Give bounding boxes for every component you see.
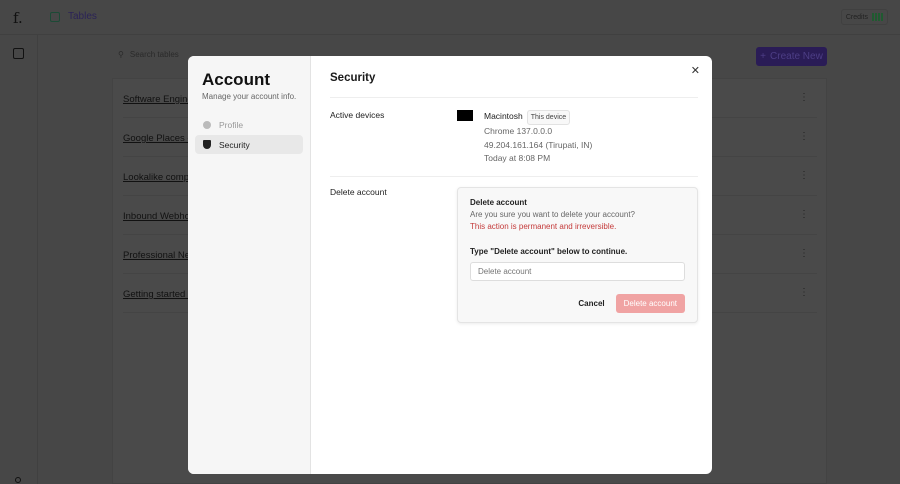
modal-title: Account [202,70,270,89]
search-icon: ⚲ [118,50,124,59]
sidebar [0,35,38,484]
confirm-input[interactable] [470,261,685,281]
active-devices-section: Active devices Macintosh This device Chro… [330,98,698,177]
confirm-title: Delete account [470,197,527,207]
top-bar: f. Tables Credits [0,0,900,35]
search-placeholder: Search tables [129,50,179,59]
device-info: Macintosh This device Chrome 137.0.0.0 49… [484,110,592,166]
confirm-instruction: Type "Delete account" below to continue. [470,246,628,256]
plus-icon: + [760,51,767,62]
security-panel: ✕ Security Active devices Macintosh This … [311,56,712,474]
table-icon [50,11,60,22]
delete-confirm-card: Delete account Are you sure you want to … [457,186,698,323]
device-ip: 49.204.161.164 (Tirupati, IN) [484,139,593,150]
more-icon[interactable]: ⋮ [799,92,809,103]
credits-label: Credits [845,13,868,21]
tables-nav-icon[interactable] [13,48,24,59]
laptop-icon [457,110,473,121]
tab-label: Tables [68,11,97,22]
nav-label: Security [219,139,250,150]
device-time: Today at 8:08 PM [484,153,551,164]
credits-bars-icon [872,13,883,21]
search-input[interactable]: ⚲ Search tables [118,50,179,59]
shield-icon [203,140,211,149]
user-icon [203,120,211,129]
create-new-button[interactable]: + Create New [756,47,827,66]
credits-indicator[interactable]: Credits [840,9,888,25]
more-icon[interactable]: ⋮ [799,170,809,181]
section-title: Security [330,72,698,98]
create-label: Create New [770,51,823,62]
cancel-button[interactable]: Cancel [578,299,604,308]
tab-tables[interactable]: Tables [50,11,97,22]
delete-account-label: Delete account [330,186,387,197]
confirm-warning: This action is permanent and irreversibl… [470,221,617,231]
device-browser: Chrome 137.0.0.0 [484,126,553,137]
delete-account-section: Delete account Delete account Are you su… [330,177,698,323]
account-sidebar: Account Manage your account info. Profil… [188,56,311,474]
close-icon[interactable]: ✕ [691,64,700,77]
more-icon[interactable]: ⋮ [799,209,809,220]
app-logo[interactable]: f. [13,9,23,27]
modal-subtitle: Manage your account info. [202,92,297,101]
active-devices-label: Active devices [330,110,385,120]
account-modal: Account Manage your account info. Profil… [188,56,712,474]
nav-label: Profile [219,119,244,130]
confirm-question: Are you sure you want to delete your acc… [470,209,635,219]
more-icon[interactable]: ⋮ [799,287,809,298]
this-device-badge: This device [526,110,571,126]
nav-security[interactable]: Security [195,135,303,154]
settings-icon[interactable] [15,477,21,483]
more-icon[interactable]: ⋮ [799,131,809,142]
delete-account-button[interactable]: Delete account [615,293,685,313]
table-link[interactable]: Google Places - [123,133,191,144]
device-name: Macintosh [484,111,523,121]
more-icon[interactable]: ⋮ [799,248,809,259]
nav-profile[interactable]: Profile [195,115,303,134]
